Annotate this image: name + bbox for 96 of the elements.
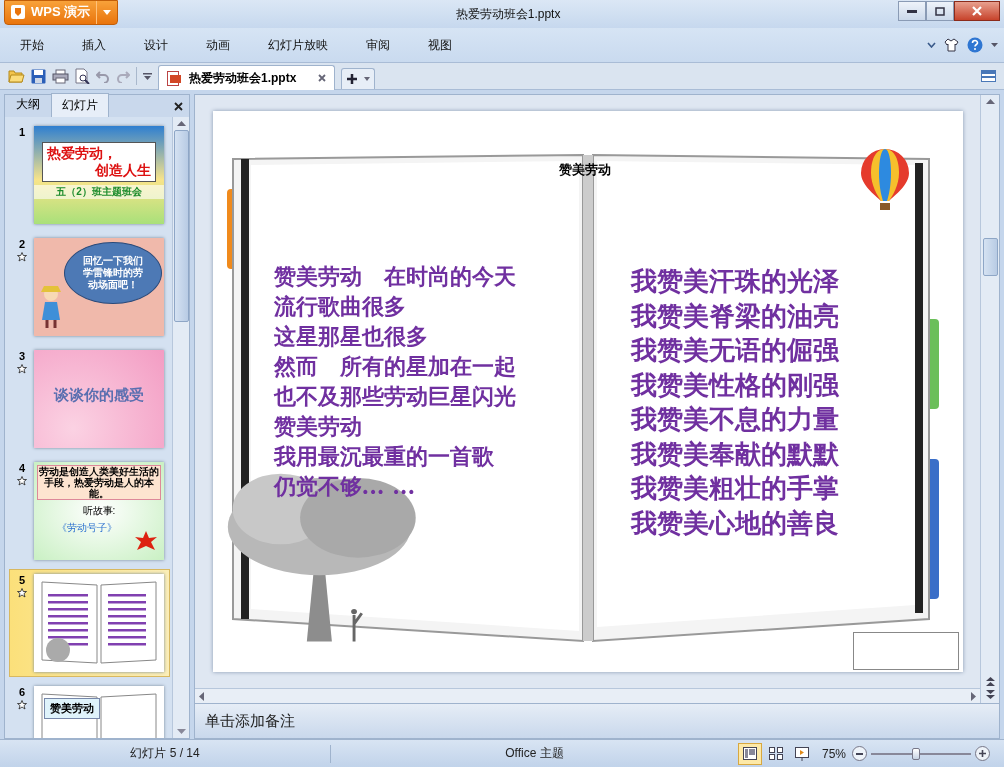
slide-thumbnail-item[interactable]: 4 劳动是创造人类美好生活的手段，热爱劳动是人的本能。 听故事: 《劳动号子》 (9, 457, 170, 565)
slide-text-line: 我赞美性格的刚强 (630, 368, 839, 402)
slide-title: 赞美劳动 (558, 161, 611, 179)
zoom-slider-thumb[interactable] (912, 747, 920, 760)
slide-text-line: 我赞美汗珠的光泽 (630, 265, 839, 298)
scroll-right-icon[interactable] (971, 691, 976, 701)
slide-number: 5 (18, 574, 26, 586)
save-icon[interactable] (31, 68, 46, 84)
slide-text-line: 我赞美不息的力量 (630, 403, 839, 436)
menu-item[interactable]: 动画 (206, 32, 230, 58)
scrollbar-thumb[interactable] (173, 130, 189, 322)
slide-text-line: 我赞美奉献的默默 (630, 437, 839, 471)
slide-thumbnail-item[interactable]: 6 赞美劳动 (9, 681, 170, 738)
close-icon (972, 6, 982, 16)
normal-view-button[interactable] (737, 742, 762, 765)
slide-body-text: 听故事: (81, 504, 117, 518)
panel-tab[interactable]: 幻灯片 (51, 93, 109, 117)
slide-text-line: 这星那星也很多 (273, 322, 429, 351)
slide-thumbnail[interactable]: 赞美劳动 (34, 686, 164, 738)
dropdown-caret-icon[interactable] (364, 76, 371, 81)
scroll-up-icon[interactable] (176, 121, 186, 126)
slide-thumbnail[interactable]: 回忆一下我们学雷锋时的劳动场面吧！ (34, 238, 164, 336)
scrollbar-thumb[interactable] (982, 238, 998, 276)
slide-text-line: 我赞美粗壮的手掌 (630, 472, 839, 505)
hot-air-balloon-icon (858, 147, 911, 211)
scroll-down-icon[interactable] (176, 729, 186, 734)
print-preview-icon[interactable] (75, 68, 90, 84)
menu-item[interactable]: 插入 (82, 32, 106, 58)
scroll-left-icon[interactable] (199, 691, 204, 701)
slide-text-line: 我赞美无语的倔强 (630, 334, 839, 367)
customize-caret-icon[interactable] (143, 72, 152, 80)
theme-name: Office 主题 (504, 745, 565, 762)
slide-text-line: 赞美劳动 (273, 412, 363, 441)
notes-field[interactable]: 单击添加备注 (194, 704, 1000, 739)
close-button[interactable] (954, 1, 1000, 21)
grid-icon (768, 747, 783, 760)
slide-thumbnail[interactable]: 热爱劳动， 创造人生 五（2）班主题班会 (34, 126, 164, 224)
help-icon[interactable] (967, 37, 983, 53)
normal-view-icon (742, 747, 757, 760)
slide-label-text: 赞美劳动 (44, 698, 100, 719)
slide-subtitle-text: 五（2）班主题班会 (34, 185, 164, 199)
new-tab-icon[interactable] (346, 72, 359, 85)
print-icon[interactable] (52, 68, 69, 84)
slide-thumbnail-item[interactable]: 3 谈谈你的感受 (9, 345, 170, 453)
close-icon[interactable] (174, 102, 183, 111)
wps-logo-icon (11, 5, 25, 19)
menu-item[interactable]: 开始 (20, 32, 44, 58)
dropdown-caret-icon (103, 9, 112, 15)
close-tab-icon[interactable] (318, 74, 327, 82)
slide-text-line: 我赞美心地的善良 (630, 506, 839, 540)
collapse-ribbon-icon[interactable] (927, 42, 936, 48)
slide-number: 6 (18, 686, 26, 698)
slide-text-line: 也不及那些劳动巨星闪光 (273, 382, 516, 411)
slide-text-line: 我用最沉最重的一首歌 (273, 442, 495, 471)
plus-icon (979, 750, 986, 757)
zoom-in-button[interactable] (975, 746, 990, 761)
minimize-button[interactable] (898, 1, 926, 21)
scroll-up-icon[interactable] (985, 99, 995, 104)
zoom-percent[interactable]: 75% (821, 746, 846, 761)
slide-number: 2 (18, 238, 26, 250)
slide-text-line: 然而 所有的星加在一起 (273, 352, 516, 381)
dropdown-caret-icon[interactable] (991, 43, 998, 47)
zoom-out-button[interactable] (852, 746, 867, 761)
minimize-icon (907, 9, 917, 13)
previous-slide-icon[interactable] (985, 677, 995, 686)
slide-body-text: 劳动是创造人类美好生活的手段，热爱劳动是人的本能。 (37, 465, 161, 500)
maximize-icon (935, 6, 945, 16)
menu-item[interactable]: 设计 (144, 32, 168, 58)
presentation-file-icon (167, 70, 181, 86)
slide-counter: 幻灯片 5 / 14 (129, 745, 201, 762)
slide-number: 4 (18, 462, 26, 474)
slide-title-text: 谈谈你的感受 (52, 385, 145, 405)
menu-item[interactable]: 视图 (428, 32, 452, 58)
slide-thumbnail-item[interactable]: 5 (9, 569, 170, 677)
menu-item[interactable]: 幻灯片放映 (268, 32, 328, 58)
slide-number: 3 (18, 350, 26, 362)
slide-thumbnail-item[interactable]: 2 回忆一下我们学雷锋时的劳动场面吧！ (9, 233, 170, 341)
slide-title-text: 热爱劳动， 创造人生 (42, 142, 156, 182)
slide-number: 1 (18, 126, 26, 138)
minus-icon (856, 752, 863, 755)
slide-text-line: 赞美劳动 在时尚的今天 (273, 262, 516, 291)
slide-thumbnail[interactable]: 劳动是创造人类美好生活的手段，热爱劳动是人的本能。 听故事: 《劳动号子》 (34, 462, 164, 560)
panel-tab[interactable]: 大纲 (5, 92, 51, 117)
window-layout-icon[interactable] (981, 70, 996, 82)
shirt-icon[interactable] (944, 38, 959, 52)
menu-item[interactable]: 审阅 (366, 32, 390, 58)
document-tab[interactable]: 热爱劳动班会1.pptx (158, 65, 336, 90)
next-slide-icon[interactable] (985, 690, 995, 699)
slide-text-line: 仍觉不够... ... (273, 472, 417, 501)
slide-text-line: 我赞美脊梁的油亮 (630, 299, 839, 333)
window-title: 热爱劳动班会1.pptx (454, 5, 562, 23)
maximize-button[interactable] (926, 1, 954, 21)
slide-thumbnail-item[interactable]: 1 热爱劳动， 创造人生 五（2）班主题班会 (9, 121, 170, 229)
slideshow-icon (794, 746, 809, 761)
slide-body-text: 《劳动号子》 (56, 521, 118, 535)
slide-text-line: 流行歌曲很多 (273, 292, 407, 321)
